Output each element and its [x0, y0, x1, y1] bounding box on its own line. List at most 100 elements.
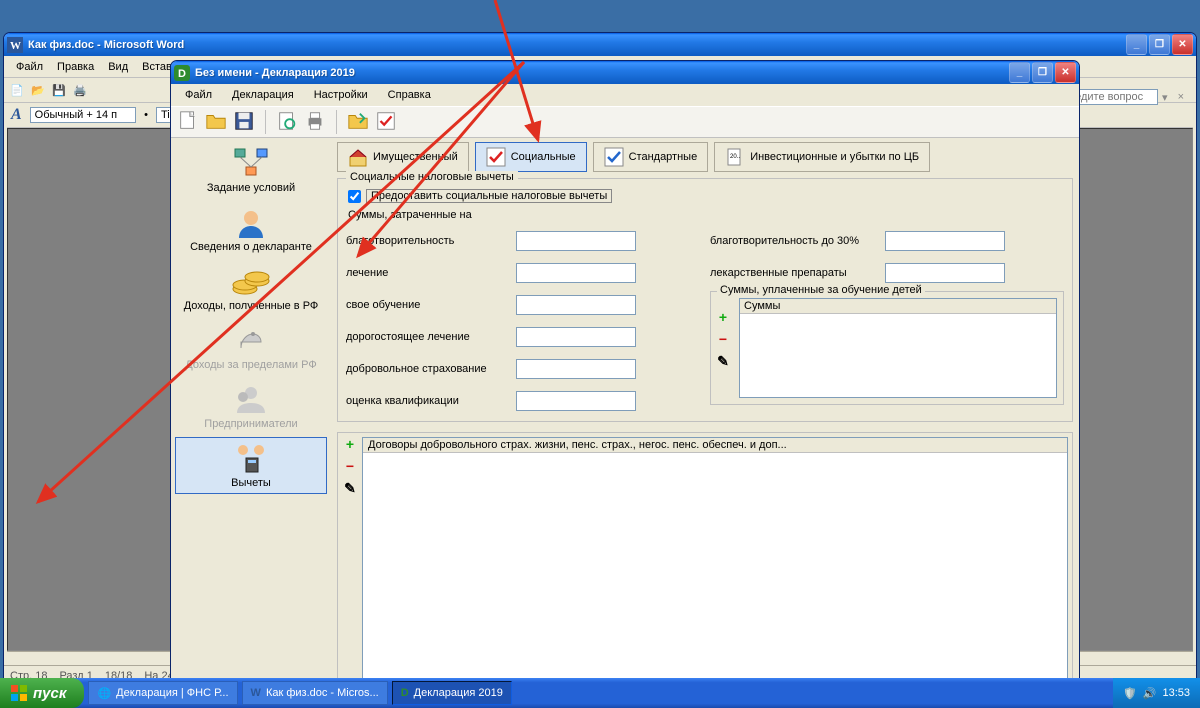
svg-text:D: D [178, 68, 186, 80]
contracts-list: + − ✎ Договоры добровольного страх. жизн… [337, 432, 1073, 685]
children-education-group: Суммы, уплаченные за обучение детей + − … [710, 291, 1064, 405]
style-a-icon[interactable]: A [11, 106, 22, 124]
tb-new-icon[interactable] [177, 110, 199, 135]
decl-menu-settings[interactable]: Настройки [306, 87, 376, 103]
tray-volume-icon[interactable]: 🛡️ [1123, 687, 1137, 700]
decl-title: Без имени - Декларация 2019 [195, 67, 1009, 79]
menu-edit[interactable]: Правка [51, 59, 100, 75]
tb-print-icon[interactable] [304, 110, 326, 135]
declarant-icon [231, 206, 271, 238]
decl-toolbar [171, 106, 1079, 138]
tb-export-icon[interactable] [347, 110, 369, 135]
check-blue-icon [604, 147, 624, 167]
label-own-education: свое обучение [346, 299, 516, 311]
provide-checkbox-label[interactable]: Предоставить социальные налоговые вычеты [366, 189, 612, 203]
print-icon[interactable]: 🖨️ [71, 81, 89, 99]
contracts-table[interactable]: Договоры добровольного страх. жизни, пен… [362, 437, 1068, 680]
decl-menu-file[interactable]: Файл [177, 87, 220, 103]
tb-open-icon[interactable] [205, 110, 227, 135]
edit-contract-button[interactable]: ✎ [342, 481, 358, 497]
nav-conditions[interactable]: Задание условий [175, 142, 327, 199]
group-title: Социальные налоговые вычеты [346, 171, 518, 183]
word-close-button[interactable]: ✕ [1172, 34, 1193, 55]
label-expensive-treatment: дорогостоящее лечение [346, 331, 516, 343]
tab-property[interactable]: Имущественный [337, 142, 469, 172]
tab-row: Имущественный Социальные Стандартные 20.… [337, 142, 1073, 172]
tb-preview-icon[interactable] [276, 110, 298, 135]
label-treatment: лечение [346, 267, 516, 279]
input-qualification[interactable] [516, 391, 636, 411]
tb-check-icon[interactable] [375, 110, 397, 135]
menu-file[interactable]: Файл [10, 59, 49, 75]
svg-text:20..: 20.. [730, 154, 740, 160]
nav-income-rf[interactable]: Доходы, полученные в РФ [175, 260, 327, 317]
label-charity30: благотворительность до 30% [710, 235, 885, 247]
tab-social[interactable]: Социальные [475, 142, 587, 172]
input-treatment[interactable] [516, 263, 636, 283]
input-own-education[interactable] [516, 295, 636, 315]
label-insurance: добровольное страхование [346, 363, 516, 375]
input-meds[interactable] [885, 263, 1005, 283]
decl-menu-help[interactable]: Справка [380, 87, 439, 103]
svg-text:W: W [10, 40, 21, 52]
tray-clock[interactable]: 13:53 [1162, 687, 1190, 699]
children-table[interactable]: Суммы [739, 298, 1057, 398]
nav-declarant[interactable]: Сведения о декларанте [175, 201, 327, 258]
word-title: Как физ.doc - Microsoft Word [28, 39, 1126, 51]
deductions-icon [231, 442, 271, 474]
provide-checkbox[interactable] [348, 190, 361, 203]
decl-max-button[interactable]: ❐ [1032, 62, 1053, 83]
content-area: Имущественный Социальные Стандартные 20.… [331, 138, 1079, 689]
decl-titlebar[interactable]: D Без имени - Декларация 2019 _ ❐ ✕ [171, 61, 1079, 84]
style-select[interactable]: Обычный + 14 п [30, 107, 136, 123]
decl-menu-declaration[interactable]: Декларация [224, 87, 302, 103]
tray-network-icon[interactable]: 🔊 [1143, 687, 1157, 700]
label-qualification: оценка квалификации [346, 395, 516, 407]
word-icon: W [7, 37, 23, 53]
input-charity[interactable] [516, 231, 636, 251]
input-charity30[interactable] [885, 231, 1005, 251]
nav-deductions[interactable]: Вычеты [175, 437, 327, 494]
add-contract-button[interactable]: + [342, 437, 358, 453]
tb-save-icon[interactable] [233, 110, 255, 135]
add-child-button[interactable]: + [715, 310, 731, 326]
task-word[interactable]: WКак физ.doc - Micros... [242, 681, 388, 705]
word-titlebar[interactable]: W Как физ.doc - Microsoft Word _ ❐ ✕ [4, 33, 1196, 56]
windows-logo-icon [10, 684, 28, 702]
children-col-header[interactable]: Суммы [740, 299, 1056, 314]
biz-icon [231, 383, 271, 415]
decl-close-button[interactable]: ✕ [1055, 62, 1076, 83]
system-tray[interactable]: 🛡️ 🔊 13:53 [1113, 678, 1200, 708]
edit-child-button[interactable]: ✎ [715, 354, 731, 370]
word-max-button[interactable]: ❐ [1149, 34, 1170, 55]
sum-subtitle: Суммы, затраченные на [348, 209, 1064, 221]
task-decl[interactable]: DДекларация 2019 [392, 681, 512, 705]
open-icon[interactable]: 📂 [29, 81, 47, 99]
house-icon [348, 147, 368, 167]
conditions-icon [231, 147, 271, 179]
doc-small-icon: 20.. [725, 147, 745, 167]
tab-standard[interactable]: Стандартные [593, 142, 709, 172]
input-insurance[interactable] [516, 359, 636, 379]
contracts-header[interactable]: Договоры добровольного страх. жизни, пен… [363, 438, 1067, 453]
input-expensive-treatment[interactable] [516, 327, 636, 347]
decl-app-icon: D [174, 65, 190, 81]
declaration-window: D Без имени - Декларация 2019 _ ❐ ✕ Файл… [170, 60, 1080, 690]
task-fns[interactable]: 🌐Декларация | ФНС Р... [88, 681, 237, 705]
check-red-icon [486, 147, 506, 167]
save-icon[interactable]: 💾 [50, 81, 68, 99]
children-group-title: Суммы, уплаченные за обучение детей [717, 284, 925, 296]
word-min-button[interactable]: _ [1126, 34, 1147, 55]
label-meds: лекарственные препараты [710, 267, 885, 279]
nav-income-abroad: Доходы за пределами РФ [175, 319, 327, 376]
decl-min-button[interactable]: _ [1009, 62, 1030, 83]
new-doc-icon[interactable]: 📄 [8, 81, 26, 99]
taskbar: пуск 🌐Декларация | ФНС Р... WКак физ.doc… [0, 678, 1200, 708]
nav-biz: Предприниматели [175, 378, 327, 435]
income-abroad-icon [231, 324, 271, 356]
menu-view[interactable]: Вид [102, 59, 134, 75]
remove-child-button[interactable]: − [715, 332, 731, 348]
start-button[interactable]: пуск [0, 678, 84, 708]
remove-contract-button[interactable]: − [342, 459, 358, 475]
tab-invest[interactable]: 20.. Инвестиционные и убытки по ЦБ [714, 142, 930, 172]
